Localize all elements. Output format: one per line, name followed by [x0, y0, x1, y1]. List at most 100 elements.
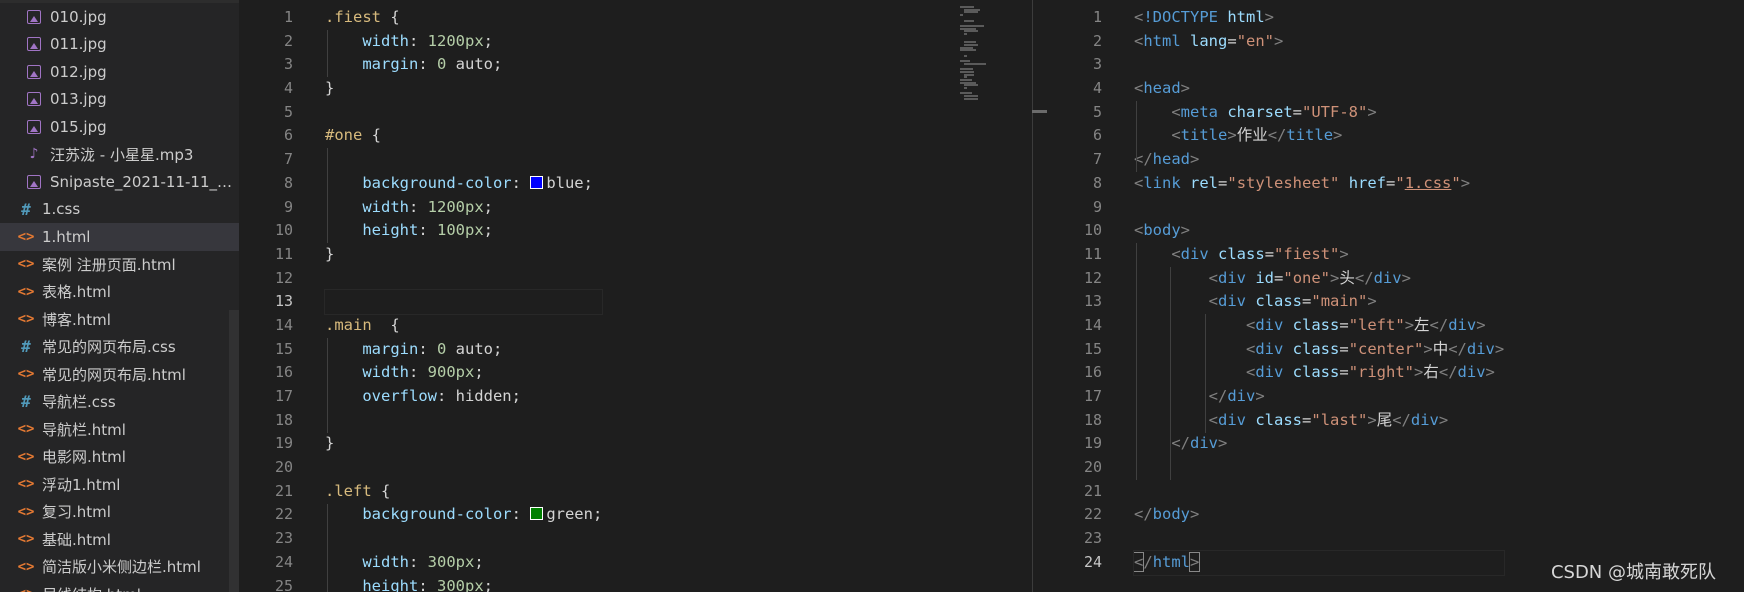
- code-line[interactable]: <div class="right">右</div>: [1134, 361, 1504, 385]
- code-line[interactable]: <head>: [1134, 77, 1504, 101]
- code-token: "left": [1348, 315, 1405, 334]
- code-line[interactable]: <div class="main">: [1134, 290, 1504, 314]
- code-line[interactable]: </div>: [1134, 385, 1504, 409]
- explorer-scrollbar[interactable]: [229, 310, 239, 592]
- code-line[interactable]: <link rel="stylesheet" href="1.css">: [1134, 172, 1504, 196]
- code-area[interactable]: <!DOCTYPE html> <html lang="en"> <head> <m…: [1132, 6, 1506, 576]
- code-line[interactable]: [1134, 196, 1504, 220]
- code-line[interactable]: .left {: [325, 480, 602, 504]
- file-item[interactable]: 015.jpg: [0, 113, 239, 141]
- code-line[interactable]: </head>: [1134, 148, 1504, 172]
- file-item[interactable]: <> 尽线结构.html: [0, 581, 239, 592]
- minimap-line: [960, 78, 972, 81]
- file-item[interactable]: <> 复习.html: [0, 498, 239, 526]
- file-item[interactable]: <> 电影网.html: [0, 443, 239, 471]
- file-name: 表格.html: [42, 283, 111, 302]
- code-line[interactable]: [1134, 456, 1504, 480]
- code-line[interactable]: <div class="center">中</div>: [1134, 338, 1504, 362]
- code-line[interactable]: background-color: blue;: [325, 172, 602, 196]
- code-area[interactable]: .fiest { width: 1200px; margin: 0 auto;}…: [323, 6, 604, 592]
- code-line[interactable]: <html lang="en">: [1134, 30, 1504, 54]
- code-token: }: [325, 434, 335, 453]
- code-line[interactable]: width: 1200px;: [325, 196, 602, 220]
- file-item[interactable]: # 常见的网页布局.css: [0, 333, 239, 361]
- code-line[interactable]: [323, 289, 604, 315]
- code-line[interactable]: <title>作业</title>: [1134, 124, 1504, 148]
- css-editor[interactable]: 1 2 3 4 5 6 7 8 9 10 11 12 13 14 15 16 17 18 19 20 21 22 23 24 2…: [239, 0, 955, 592]
- code-line[interactable]: [325, 101, 602, 125]
- code-line[interactable]: [1134, 480, 1504, 504]
- file-item[interactable]: 012.jpg: [0, 58, 239, 86]
- code-line[interactable]: <div id="one">头</div>: [1134, 267, 1504, 291]
- code-line[interactable]: <meta charset="UTF-8">: [1134, 101, 1504, 125]
- file-item[interactable]: <> 案例 注册页面.html: [0, 251, 239, 279]
- file-item[interactable]: <> 基础.html: [0, 526, 239, 554]
- code-line[interactable]: [325, 148, 602, 172]
- file-item[interactable]: <> 表格.html: [0, 278, 239, 306]
- code-line[interactable]: margin: 0 auto;: [325, 53, 602, 77]
- html-editor[interactable]: 1 2 3 4 5 6 7 8 9 10 11 12 13 14 15 16 17 18 19 20 21 22 23 24 …: [1047, 0, 1744, 592]
- code-line[interactable]: }: [325, 77, 602, 101]
- minimap[interactable]: [960, 0, 1030, 120]
- code-token: .left: [325, 481, 372, 500]
- code-line[interactable]: </div>: [1134, 432, 1504, 456]
- code-line[interactable]: [1134, 53, 1504, 77]
- file-item[interactable]: 010.jpg: [0, 3, 239, 31]
- html-file-icon: <>: [17, 421, 35, 438]
- code-token: 0: [437, 339, 447, 358]
- code-line[interactable]: <body>: [1134, 219, 1504, 243]
- code-line[interactable]: background-color: green;: [325, 503, 602, 527]
- code-line[interactable]: [325, 527, 602, 551]
- code-line[interactable]: <div class="fiest">: [1134, 243, 1504, 267]
- code-line[interactable]: overflow: hidden;: [325, 385, 602, 409]
- color-swatch[interactable]: [530, 175, 544, 189]
- code-line[interactable]: }: [325, 432, 602, 456]
- file-item[interactable]: <> 博客.html: [0, 306, 239, 334]
- line-number: 14: [1083, 315, 1102, 334]
- code-line[interactable]: [1134, 527, 1504, 551]
- file-item[interactable]: <> 浮动1.html: [0, 471, 239, 499]
- editor-scrollbar[interactable]: [1032, 0, 1047, 592]
- code-line[interactable]: [325, 456, 602, 480]
- code-line[interactable]: height: 100px;: [325, 219, 602, 243]
- code-line[interactable]: height: 300px;: [325, 575, 602, 592]
- code-line[interactable]: .fiest {: [325, 6, 602, 30]
- file-item[interactable]: Snipaste_2021-11-11_23...: [0, 168, 239, 196]
- code-token: html: [1227, 8, 1265, 26]
- line-number: 19: [1083, 434, 1102, 453]
- code-line[interactable]: width: 900px;: [325, 361, 602, 385]
- line-number: 9: [1092, 197, 1102, 216]
- file-item[interactable]: <> 常见的网页布局.html: [0, 361, 239, 389]
- code-line[interactable]: margin: 0 auto;: [325, 338, 602, 362]
- code-line[interactable]: .main {: [325, 314, 602, 338]
- code-line[interactable]: </body>: [1134, 503, 1504, 527]
- css-file-icon: #: [21, 199, 31, 219]
- html-file-icon: <>: [17, 256, 35, 273]
- file-item[interactable]: <> 1.html: [0, 223, 239, 251]
- code-line[interactable]: <div class="left">左</div>: [1134, 314, 1504, 338]
- code-line[interactable]: [325, 267, 602, 291]
- code-token: title: [1286, 126, 1334, 145]
- code-line[interactable]: </html>: [1132, 549, 1506, 576]
- file-item[interactable]: 013.jpg: [0, 86, 239, 114]
- code-line[interactable]: }: [325, 243, 602, 267]
- minimap-line: [964, 95, 978, 98]
- code-line[interactable]: width: 1200px;: [325, 30, 602, 54]
- file-item[interactable]: 011.jpg: [0, 31, 239, 59]
- file-item[interactable]: ♪ 汪苏泷 - 小星星.mp3: [0, 141, 239, 169]
- file-item[interactable]: # 导航栏.css: [0, 388, 239, 416]
- code-token: </: [1448, 339, 1467, 358]
- scrollbar-thumb[interactable]: [1032, 110, 1047, 113]
- color-swatch[interactable]: [530, 507, 544, 521]
- code-line[interactable]: [325, 409, 602, 433]
- code-line[interactable]: <div class="last">尾</div>: [1134, 409, 1504, 433]
- code-line[interactable]: width: 300px;: [325, 551, 602, 575]
- file-item[interactable]: <> 导航栏.html: [0, 416, 239, 444]
- file-item[interactable]: #1.css: [0, 196, 239, 224]
- code-line[interactable]: <!DOCTYPE html>: [1134, 6, 1504, 30]
- file-item[interactable]: <> 简洁版小米侧边栏.html: [0, 553, 239, 581]
- indent-guide: [1136, 243, 1137, 480]
- code-token: width: [362, 31, 409, 50]
- code-line[interactable]: #one {: [325, 124, 602, 148]
